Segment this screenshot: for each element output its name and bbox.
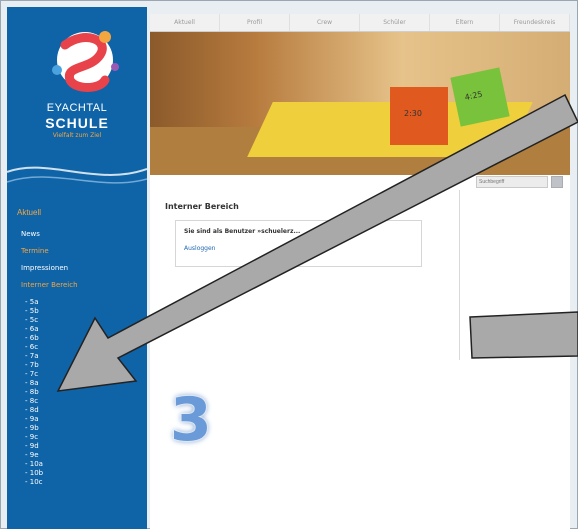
arrow-to-right-icon — [469, 311, 578, 359]
annotation-arrows — [56, 93, 578, 392]
